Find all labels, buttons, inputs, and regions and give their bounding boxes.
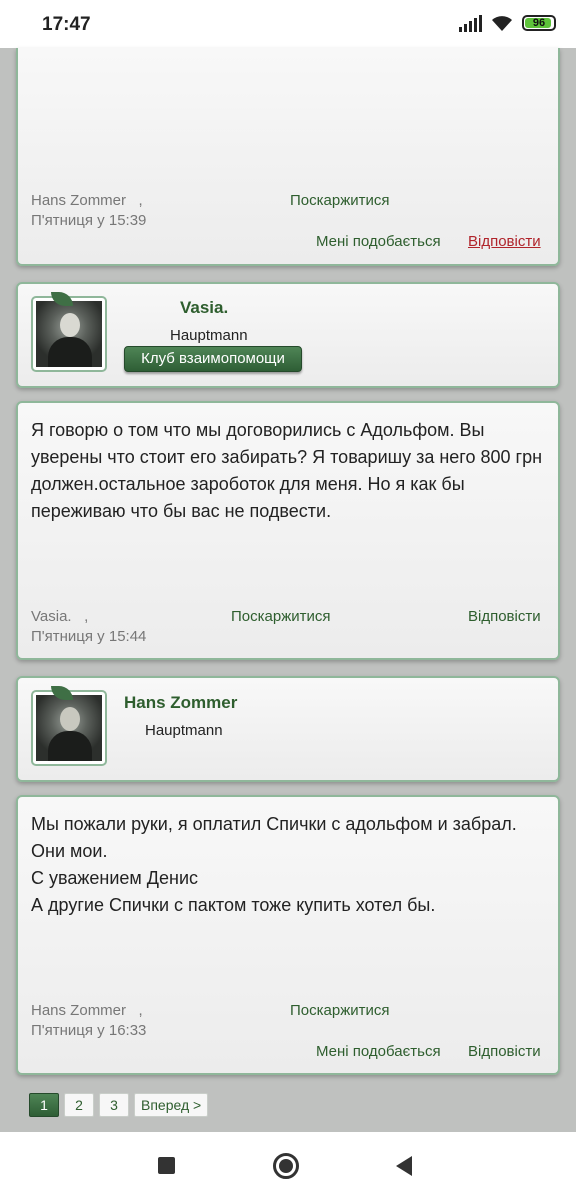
author-rank: Hauptmann [170, 327, 248, 344]
post-author[interactable]: Hans Zommer , [31, 1002, 143, 1019]
battery-icon: 96 [522, 15, 556, 31]
pagination: 1 2 3 Вперед > [29, 1093, 209, 1117]
post-date: П'ятниця у 15:39 [31, 212, 147, 229]
post-date: П'ятниця у 15:44 [31, 628, 147, 645]
report-link[interactable]: Поскаржитися [290, 192, 390, 209]
post-date: П'ятниця у 16:33 [31, 1022, 147, 1039]
avatar[interactable] [31, 686, 107, 766]
reply-link[interactable]: Відповісти [468, 608, 541, 625]
post-author[interactable]: Vasia. , [31, 608, 88, 625]
report-link[interactable]: Поскаржитися [290, 1002, 390, 1019]
reply-link[interactable]: Відповісти [468, 1043, 541, 1060]
next-page-button[interactable]: Вперед > [134, 1093, 209, 1117]
author-card: Vasia. Hauptmann Клуб взаимопомощи [16, 282, 560, 388]
report-link[interactable]: Поскаржитися [231, 608, 331, 625]
status-bar: 17:47 96 [0, 0, 576, 48]
post-card: Мы пожали руки, я оплатил Спички с адоль… [16, 795, 560, 1075]
battery-level: 96 [532, 17, 546, 29]
avatar[interactable] [31, 292, 107, 372]
author-rank: Hauptmann [145, 722, 223, 739]
page-1-button[interactable]: 1 [29, 1093, 59, 1117]
like-link[interactable]: Мені подобається [316, 233, 441, 250]
club-badge-button[interactable]: Клуб взаимопомощи [124, 346, 302, 372]
page-3-button[interactable]: 3 [99, 1093, 129, 1117]
reply-link[interactable]: Відповісти [468, 233, 541, 250]
like-link[interactable]: Мені подобається [316, 1043, 441, 1060]
post-card: Hans Zommer , П'ятниця у 15:39 Поскаржит… [16, 48, 560, 266]
author-name[interactable]: Vasia. [180, 298, 228, 318]
status-icons: 96 [459, 14, 556, 32]
recent-apps-icon[interactable] [158, 1157, 175, 1174]
message-text: Я говорю о том что мы договорились с Адо… [31, 420, 543, 521]
wifi-icon [492, 16, 512, 31]
post-card: Я говорю о том что мы договорились с Адо… [16, 401, 560, 660]
author-name[interactable]: Hans Zommer [124, 693, 237, 713]
page-2-button[interactable]: 2 [64, 1093, 94, 1117]
signal-icon [459, 14, 482, 32]
back-icon[interactable] [396, 1156, 412, 1176]
post-author[interactable]: Hans Zommer , [31, 192, 143, 209]
home-icon[interactable] [273, 1153, 299, 1179]
message-text: Мы пожали руки, я оплатил Спички с адоль… [31, 814, 517, 915]
author-card: Hans Zommer Hauptmann [16, 676, 560, 782]
system-nav-bar [0, 1132, 576, 1200]
status-time: 17:47 [42, 14, 91, 35]
